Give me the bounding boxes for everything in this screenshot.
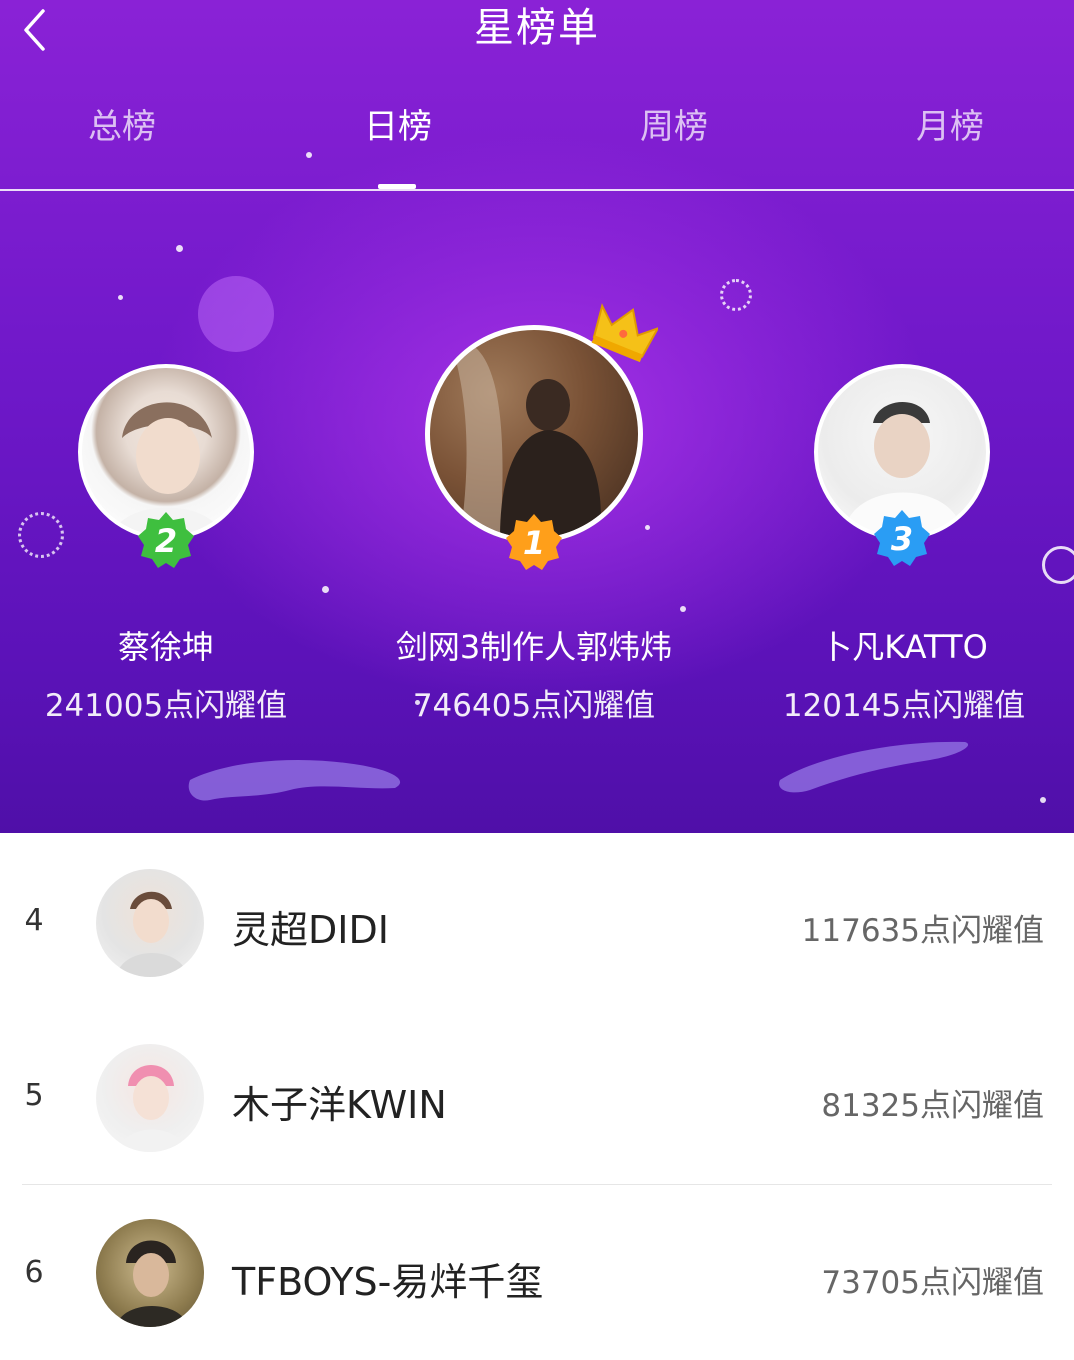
sparkle xyxy=(645,525,650,530)
rank-number: 3 xyxy=(890,520,914,558)
ranking-list: 4 灵超DIDI 117635点闪耀值 5 木子洋KWIN 81325点闪耀值 … xyxy=(0,833,1074,1327)
dotted-ring xyxy=(18,512,64,558)
list-item[interactable]: 5 木子洋KWIN 81325点闪耀值 xyxy=(0,1008,1074,1183)
rank-number: 5 xyxy=(24,1078,44,1113)
shine-score: 73705点闪耀值 xyxy=(821,1265,1044,1301)
artist-name: 灵超DIDI xyxy=(232,908,389,952)
dotted-ring xyxy=(720,279,752,311)
rank-number: 6 xyxy=(24,1255,44,1290)
leaderboard-hero: 星榜单 总榜 日榜 周榜 月榜 2 蔡徐坤 241005点闪耀值 1 剑网3制作… xyxy=(0,0,1074,833)
podium-name: 剑网3制作人郭炜炜 xyxy=(395,628,673,666)
podium-name: 蔡徐坤 xyxy=(117,628,214,666)
crown-icon xyxy=(591,303,658,363)
wave-decoration xyxy=(188,741,969,801)
podium-score: 120145点闪耀值 xyxy=(782,688,1026,724)
avatar[interactable] xyxy=(96,869,204,977)
rank-number: 1 xyxy=(522,524,546,562)
tab-bar: 总榜 日榜 周榜 月榜 xyxy=(0,92,1074,162)
avatar-portrait xyxy=(118,1065,186,1152)
podium-score: 746405点闪耀值 xyxy=(412,688,656,724)
tab-monthly[interactable]: 月榜 xyxy=(850,92,1050,162)
podium-score: 241005点闪耀值 xyxy=(44,688,288,724)
glow-orb xyxy=(198,276,274,352)
list-item[interactable]: 6 TFBOYS-易烊千玺 73705点闪耀值 xyxy=(0,1185,1074,1360)
avatar[interactable] xyxy=(96,1219,204,1327)
tab-divider xyxy=(0,189,1074,191)
rank-badge: 1 xyxy=(504,512,564,572)
podium-name: 卜凡KATTO xyxy=(820,628,988,666)
sparkle xyxy=(322,586,329,593)
avatar-portrait xyxy=(116,891,188,977)
rank-number: 4 xyxy=(24,903,44,938)
shine-score: 117635点闪耀值 xyxy=(801,913,1044,949)
sparkle xyxy=(118,295,123,300)
sparkle xyxy=(680,606,686,612)
tab-total[interactable]: 总榜 xyxy=(22,92,222,162)
sparkle xyxy=(176,245,183,252)
ring xyxy=(1042,546,1074,584)
artist-name: 木子洋KWIN xyxy=(232,1083,447,1127)
tab-daily[interactable]: 日榜 xyxy=(298,92,498,162)
shine-score: 81325点闪耀值 xyxy=(821,1088,1044,1124)
list-item[interactable]: 4 灵超DIDI 117635点闪耀值 xyxy=(0,833,1074,1008)
tab-weekly[interactable]: 周榜 xyxy=(574,92,774,162)
page-title: 星榜单 xyxy=(474,5,600,51)
rank-badge: 2 xyxy=(136,510,196,570)
rank-number: 2 xyxy=(154,522,178,560)
rank-badge: 3 xyxy=(872,508,932,568)
avatar-portrait xyxy=(116,1240,188,1327)
avatar[interactable] xyxy=(96,1044,204,1152)
artist-name: TFBOYS-易烊千玺 xyxy=(232,1260,544,1304)
